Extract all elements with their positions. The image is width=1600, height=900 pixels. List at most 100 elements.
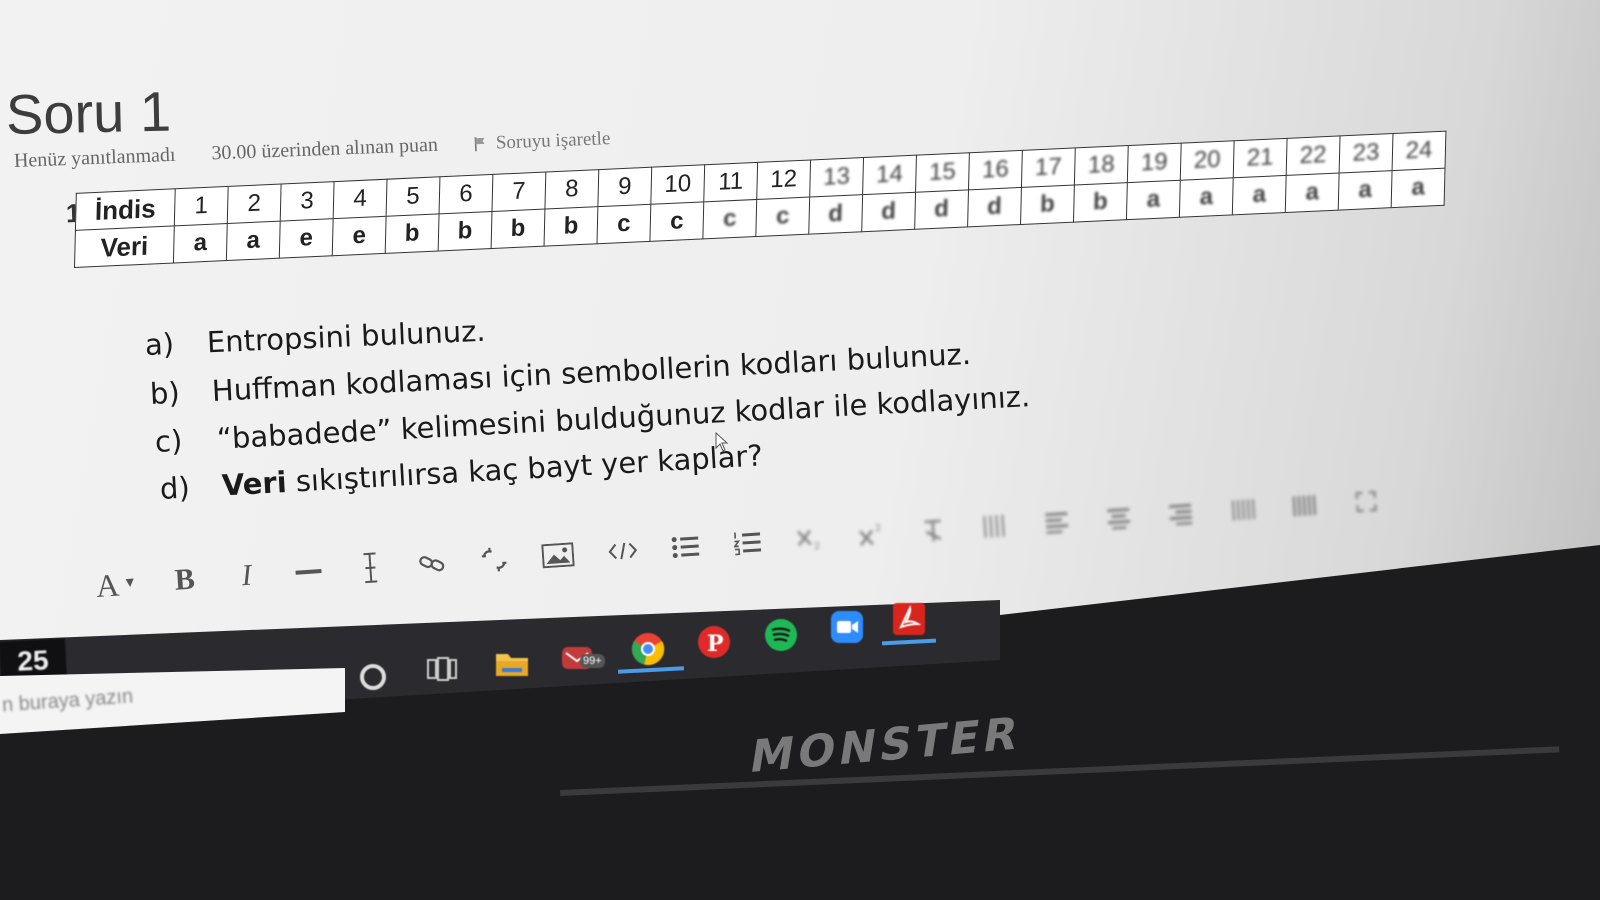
value-cell: c [596,204,651,244]
horizontal-rule-icon [295,569,322,575]
numbered-list-icon [733,532,762,556]
acrobat-icon [893,603,925,635]
cortana-button[interactable] [354,658,392,696]
value-cell: b [1020,185,1075,225]
part-label: b) [149,375,181,411]
subscript-button[interactable]: 2 [794,520,824,558]
clear-format-icon [924,519,942,542]
part-label: c) [154,423,184,459]
index-cell: 24 [1392,131,1446,171]
text-cursor-button[interactable] [355,549,385,587]
chrome-icon [631,633,665,666]
align-left-icon [1045,511,1069,535]
question-points: 30.00 üzerinden alınan puan [211,133,439,165]
align-right-icon [1168,503,1193,526]
value-cell: a [1391,168,1446,208]
fullscreen-button[interactable] [1351,483,1381,521]
insert-image-button[interactable] [541,536,575,574]
fullscreen-icon [1355,490,1377,513]
index-cell: 3 [280,181,335,222]
index-cell: 6 [439,174,493,214]
unlink-button[interactable] [479,541,509,579]
index-cell: 15 [915,152,970,193]
folder-icon [496,654,528,676]
value-cell: a [1179,177,1234,218]
value-cell: b [1073,182,1128,223]
value-cell: b [385,213,440,254]
zoom-icon [831,611,863,643]
value-cell: a [1126,180,1181,220]
index-cell: 20 [1180,140,1235,181]
flag-question-link[interactable]: Soruyu işaretle [473,127,611,155]
image-icon [541,542,575,569]
align-right-button[interactable] [1165,495,1195,533]
index-cell: 7 [491,171,546,212]
code-icon [608,542,638,560]
insert-link-button[interactable] [417,545,447,583]
pinterest-icon: P [698,626,730,658]
value-cell: e [332,216,387,256]
value-cell: a [226,221,281,261]
value-cell: a [1338,170,1393,211]
index-cell: 11 [703,162,758,202]
value-cell: d [808,194,863,235]
flag-icon [474,136,485,151]
svg-text:P: P [707,631,724,657]
task-view-button[interactable] [423,650,461,688]
value-cell: b [438,211,492,251]
part-label: d) [159,470,191,506]
bold-button[interactable]: B [170,561,200,599]
superscript-icon: 2 [859,523,882,546]
numbered-list-button[interactable] [732,524,762,562]
value-cell: b [544,206,598,247]
ltr-button[interactable] [1227,491,1257,529]
unlink-icon [481,547,507,572]
value-cell: a [1232,175,1287,215]
zoom-button[interactable] [828,608,866,646]
horizontal-rule-button[interactable] [293,553,323,591]
spotify-icon [765,619,797,651]
link-icon [419,556,445,572]
align-center-icon [1107,507,1131,530]
text-cursor-icon [363,552,378,584]
cortana-icon [360,664,386,690]
mouse-cursor-icon [715,432,729,452]
index-cell: 10 [650,164,705,205]
index-cell: 16 [968,150,1023,190]
flag-question-label: Soruyu işaretle [495,127,611,153]
align-center-button[interactable] [1104,499,1134,537]
value-cell: e [279,218,334,259]
question-title: Soru 1 [5,79,172,146]
spotify-button[interactable] [762,616,800,654]
chevron-down-icon: ▼ [122,575,138,592]
bold-icon: B [173,562,196,597]
align-left-button[interactable] [1042,503,1072,541]
italic-button[interactable]: I [231,557,261,595]
superscript-button[interactable]: 2 [856,516,886,554]
font-color-button[interactable]: A ▼ [95,565,138,604]
acrobat-button[interactable] [890,600,928,638]
file-explorer-button[interactable] [493,644,531,682]
bullet-list-button[interactable] [671,528,701,566]
value-cell: a [173,223,228,263]
index-cell: 12 [756,159,811,200]
table-button[interactable] [980,507,1010,545]
chrome-button[interactable] [629,630,667,668]
index-cell: 18 [1074,145,1129,186]
task-view-icon [427,657,457,681]
index-header: İndis [75,188,176,231]
value-cell: c [702,199,757,239]
index-cell: 23 [1339,133,1393,174]
part-label: a) [144,326,175,362]
rtl-button[interactable] [1289,487,1319,525]
italic-icon: I [240,558,253,593]
value-cell: d [861,192,916,232]
index-cell: 13 [809,157,864,198]
mail-app-button[interactable]: 99+ [560,638,605,676]
html-source-button[interactable] [607,532,639,570]
clear-format-button[interactable] [918,512,948,550]
index-cell: 21 [1233,138,1288,178]
svg-text:2: 2 [814,541,821,552]
pinterest-button[interactable]: P [695,623,733,661]
laptop-bezel-edge [560,746,1560,796]
